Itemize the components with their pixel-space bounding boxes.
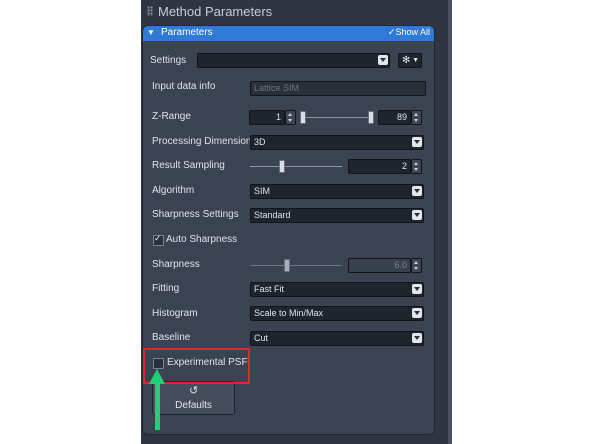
sharpness-label: Sharpness — [152, 259, 200, 270]
result-sampling-input[interactable]: 2 — [348, 159, 411, 174]
chevron-down-icon: ▼ — [412, 57, 419, 64]
histogram-dropdown[interactable]: Scale to Min/Max — [250, 306, 424, 321]
chevron-down-icon — [412, 137, 422, 147]
auto-sharpness-label: Auto Sharpness — [166, 234, 238, 245]
algorithm-label: Algorithm — [152, 185, 195, 196]
section-header[interactable]: Method Parameters — [141, 0, 452, 24]
algorithm-dropdown[interactable]: SIM — [250, 184, 424, 199]
panel-header[interactable]: ▼ Parameters ✓Show All — [143, 26, 434, 41]
result-sampling-label: Result Sampling — [152, 160, 225, 171]
z-range-slider-end-handle[interactable] — [368, 111, 374, 124]
arrow-up-icon — [149, 369, 165, 384]
processing-dimension-value: 3D — [254, 137, 266, 147]
z-range-end-value: 89 — [396, 112, 407, 122]
algorithm-value: SIM — [254, 186, 271, 196]
chevron-down-icon — [378, 55, 388, 65]
annotation-arrow-shaft — [155, 384, 160, 430]
processing-dimension-label: Processing Dimension — [152, 136, 252, 147]
baseline-value: Cut — [254, 333, 269, 343]
drag-grip-icon[interactable] — [147, 6, 153, 16]
show-all-toggle[interactable]: ✓Show All — [388, 27, 430, 38]
chevron-down-icon — [412, 284, 422, 294]
z-range-end-stepper[interactable] — [411, 110, 422, 125]
sharpness-slider-track[interactable] — [250, 265, 342, 266]
result-sampling-slider-handle[interactable] — [279, 160, 285, 173]
section-title: Method Parameters — [158, 4, 273, 19]
chevron-down-icon — [412, 333, 422, 343]
sharpness-slider-handle[interactable] — [284, 259, 290, 272]
reset-icon: ↺ — [189, 385, 199, 397]
z-range-start-stepper[interactable] — [285, 110, 296, 125]
chevron-down-icon — [412, 186, 422, 196]
gear-icon: ✻ — [402, 55, 411, 66]
sharpness-input[interactable]: 6.0 — [348, 258, 411, 273]
defaults-button-label: Defaults — [175, 400, 212, 411]
z-range-end-input[interactable]: 89 — [378, 110, 411, 125]
window-edge — [448, 0, 452, 444]
settings-dropdown[interactable] — [197, 53, 390, 68]
chevron-down-icon — [412, 210, 422, 220]
z-range-start-value: 1 — [275, 112, 281, 122]
baseline-label: Baseline — [152, 332, 191, 343]
show-all-label: Show All — [395, 27, 430, 37]
sharpness-value: 6.0 — [394, 260, 407, 270]
z-range-label: Z-Range — [152, 111, 191, 122]
check-icon: ✓ — [154, 233, 162, 243]
panel-title: Parameters — [161, 27, 213, 38]
input-data-info-label: Input data info — [152, 81, 216, 92]
fitting-dropdown[interactable]: Fast Fit — [250, 282, 424, 297]
histogram-label: Histogram — [152, 308, 198, 319]
chevron-down-icon — [412, 308, 422, 318]
input-data-info-field: Lattice SIM — [250, 81, 426, 96]
sharpness-settings-value: Standard — [254, 210, 291, 220]
auto-sharpness-checkbox[interactable]: ✓ — [153, 233, 164, 246]
histogram-value: Scale to Min/Max — [254, 308, 324, 318]
result-sampling-stepper[interactable] — [411, 159, 422, 174]
result-sampling-value: 2 — [401, 161, 407, 171]
baseline-dropdown[interactable]: Cut — [250, 331, 424, 346]
settings-gear-button[interactable]: ✻ ▼ — [398, 53, 422, 68]
processing-dimension-dropdown[interactable]: 3D — [250, 135, 424, 150]
defaults-button[interactable]: ↺ Defaults — [152, 381, 235, 415]
sharpness-settings-dropdown[interactable]: Standard — [250, 208, 424, 223]
result-sampling-slider-track[interactable] — [250, 166, 342, 167]
input-data-info-placeholder: Lattice SIM — [254, 83, 300, 93]
fitting-label: Fitting — [152, 283, 180, 294]
sharpness-stepper[interactable] — [411, 258, 422, 273]
z-range-slider-track[interactable] — [303, 117, 371, 118]
settings-label: Settings — [150, 55, 187, 66]
fitting-value: Fast Fit — [254, 284, 285, 294]
sharpness-settings-label: Sharpness Settings — [152, 209, 239, 220]
z-range-slider-start-handle[interactable] — [300, 111, 306, 124]
collapse-caret-icon[interactable]: ▼ — [147, 28, 155, 37]
z-range-start-input[interactable]: 1 — [249, 110, 285, 125]
